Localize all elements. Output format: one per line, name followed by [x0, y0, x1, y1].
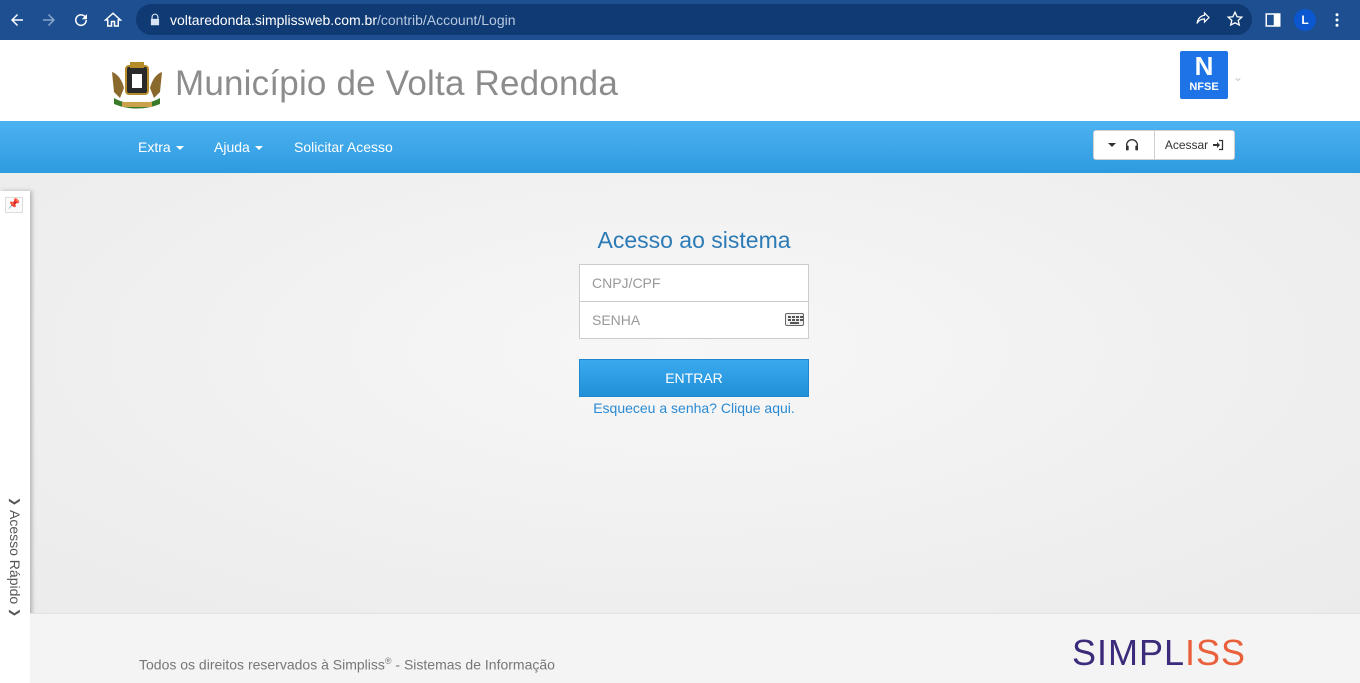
lock-icon: [150, 13, 160, 25]
acessar-button[interactable]: Acessar: [1155, 131, 1234, 159]
forgot-password-link[interactable]: Esqueceu a senha? Clique aqui.: [579, 400, 809, 416]
quick-access-panel[interactable]: 📌 ❯ Acesso Rápido ❯: [0, 191, 30, 683]
url-path: /contrib/Account/Login: [376, 11, 516, 28]
sign-in-icon: [1213, 139, 1224, 151]
footer-copyright: Todos os direitos reservados à Simpliss®…: [139, 656, 555, 673]
simpliss-logo[interactable]: SIMPLISS: [1072, 632, 1246, 674]
login-submit-button[interactable]: ENTRAR: [579, 359, 809, 397]
caret-down-icon: [254, 146, 263, 151]
copyright-prefix: Todos os direitos reservados à Simpliss: [139, 656, 385, 673]
nav-item-solicitar-acesso[interactable]: Solicitar Acesso: [294, 139, 393, 155]
pin-icon[interactable]: 📌: [5, 197, 23, 213]
cnpj-placeholder: CNPJ/CPF: [592, 275, 661, 291]
copyright-suffix: - Sistemas de Informação: [391, 656, 555, 673]
support-dropdown-button[interactable]: [1094, 131, 1155, 159]
nav-item-label: Solicitar Acesso: [294, 139, 393, 155]
login-title: Acesso ao sistema: [597, 227, 791, 253]
nav-item-extra[interactable]: Extra: [138, 139, 184, 155]
senha-placeholder: SENHA: [592, 312, 641, 328]
reload-icon[interactable]: [65, 4, 97, 36]
nfse-badge-letter: N: [1194, 51, 1214, 81]
url-host: voltaredonda.simplissweb.com.br: [170, 11, 377, 28]
logo-part-b: ISS: [1185, 632, 1247, 673]
headset-icon: [1126, 139, 1138, 151]
menu-kebab-icon[interactable]: [1328, 11, 1346, 29]
browser-toolbar: voltaredonda.simplissweb.com.br/contrib/…: [0, 0, 1360, 40]
forward-icon[interactable]: [33, 4, 65, 36]
caret-down-icon: [1108, 143, 1116, 147]
caret-down-icon: [175, 146, 184, 151]
registered-mark: ®: [384, 656, 392, 666]
quick-access-text: Acesso Rápido: [7, 510, 23, 605]
nfse-badge-text: NFSE: [1189, 81, 1219, 93]
nfse-badge[interactable]: N NFSE: [1180, 51, 1228, 99]
bookmark-star-icon[interactable]: [1226, 10, 1244, 28]
chevron-down-icon[interactable]: ⌄: [1233, 70, 1243, 84]
home-icon[interactable]: [97, 4, 129, 36]
nav-item-label: Ajuda: [214, 139, 250, 155]
password-input[interactable]: SENHA: [579, 301, 809, 339]
back-icon[interactable]: [1, 4, 33, 36]
quick-access-label[interactable]: ❯ Acesso Rápido ❯: [2, 497, 28, 627]
nav-item-ajuda[interactable]: Ajuda: [214, 139, 263, 155]
municipal-crest-logo: [112, 62, 162, 109]
chevron-icon: ❯: [8, 608, 21, 618]
profile-avatar[interactable]: L: [1294, 9, 1316, 31]
chevron-icon: ❯: [8, 497, 21, 507]
nav-item-label: Extra: [138, 139, 171, 155]
site-title: Município de Volta Redonda: [175, 64, 619, 103]
virtual-keyboard-icon[interactable]: [785, 313, 804, 326]
navbar-button-group: Acessar: [1093, 130, 1235, 160]
share-icon[interactable]: [1194, 10, 1212, 28]
logo-part-a: SIMPL: [1072, 632, 1186, 673]
side-panel-icon[interactable]: [1264, 11, 1282, 29]
address-bar[interactable]: voltaredonda.simplissweb.com.br/contrib/…: [136, 4, 1252, 35]
cnpj-cpf-input[interactable]: CNPJ/CPF: [579, 264, 809, 302]
acessar-label: Acessar: [1164, 138, 1209, 152]
